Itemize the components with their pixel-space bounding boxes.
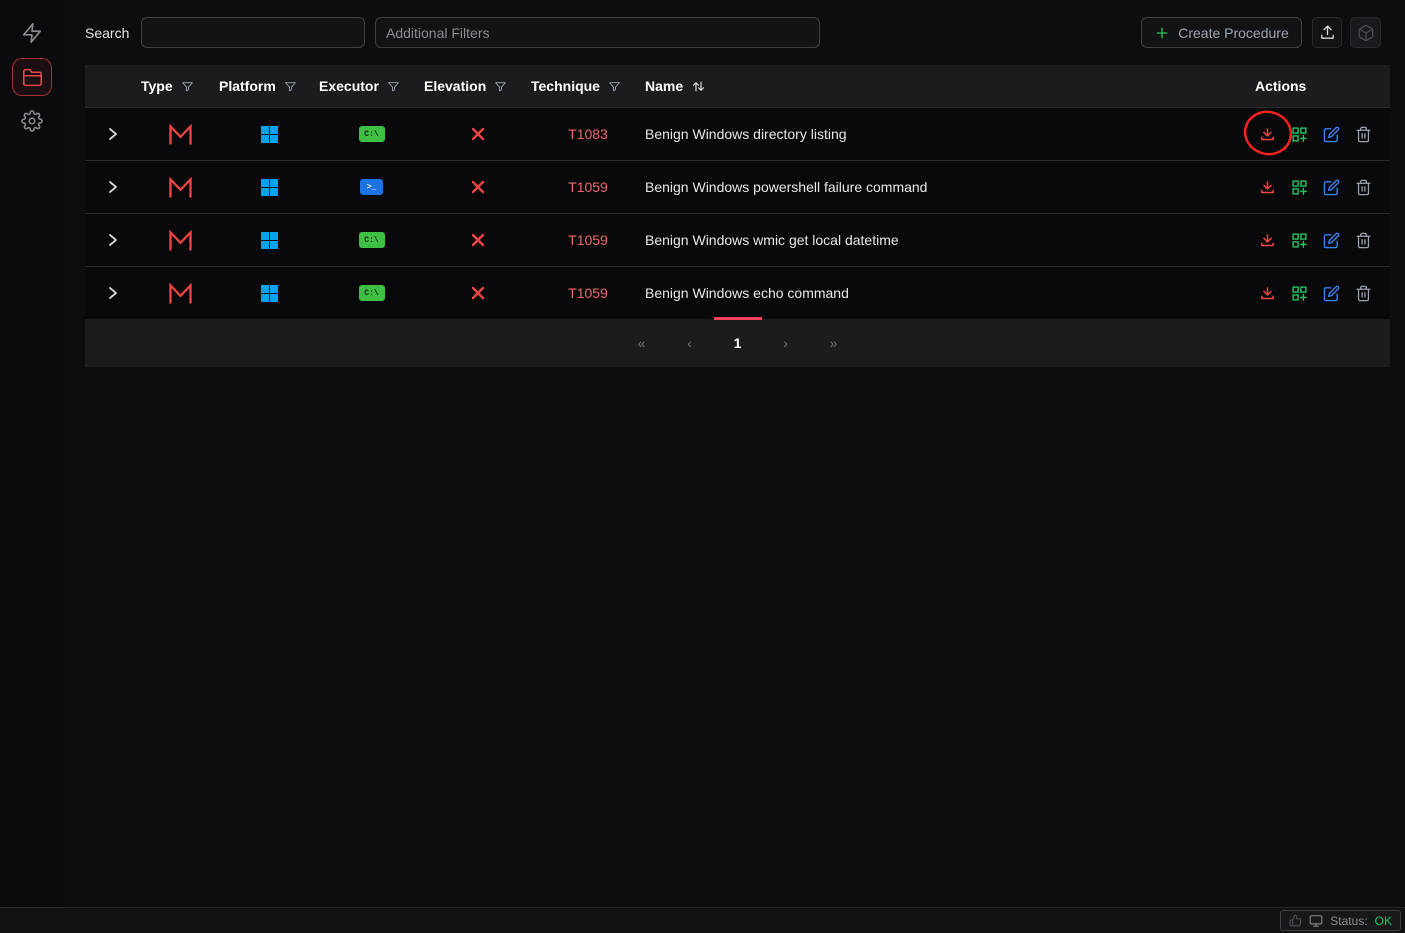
column-header-technique: Technique (531, 78, 645, 94)
monitor-icon (1309, 914, 1323, 928)
table-header-row: Type Platform Executor Elevation Techniq… (85, 65, 1390, 107)
procedure-name: Benign Windows echo command (645, 285, 1240, 301)
procedure-name: Benign Windows directory listing (645, 126, 1240, 142)
column-header-platform: Platform (219, 78, 319, 94)
sort-icon[interactable] (691, 79, 706, 94)
table-row: >_ T1059 Benign Windows powershell failu… (85, 160, 1390, 213)
mitre-type-icon (141, 230, 219, 251)
next-page-button[interactable]: › (776, 335, 796, 351)
status-box: Status: OK (1280, 910, 1401, 931)
elevation-not-required-icon (424, 233, 531, 247)
edit-button[interactable] (1322, 284, 1340, 302)
windows-platform-icon (219, 179, 319, 196)
filter-icon[interactable] (181, 80, 194, 93)
last-page-button[interactable]: » (824, 335, 844, 351)
platform-header-label: Platform (219, 78, 276, 94)
windows-platform-icon (219, 232, 319, 249)
column-header-actions: Actions (1240, 78, 1390, 94)
mitre-type-icon (141, 124, 219, 145)
technique-id: T1059 (531, 179, 645, 195)
previous-page-button[interactable]: ‹ (680, 335, 700, 351)
expand-row-button[interactable] (85, 126, 141, 142)
create-procedure-button[interactable]: Create Procedure (1141, 17, 1302, 48)
name-header-label: Name (645, 78, 683, 94)
download-button[interactable] (1258, 125, 1276, 143)
column-header-name: Name (645, 78, 1240, 94)
add-to-chain-button[interactable] (1290, 178, 1308, 196)
technique-id: T1083 (531, 126, 645, 142)
expand-row-button[interactable] (85, 232, 141, 248)
download-button[interactable] (1258, 284, 1276, 302)
delete-button[interactable] (1354, 284, 1372, 302)
folder-icon (22, 67, 43, 88)
upload-button[interactable] (1312, 17, 1342, 48)
search-label: Search (85, 25, 129, 41)
delete-button[interactable] (1354, 125, 1372, 143)
procedure-name: Benign Windows powershell failure comman… (645, 179, 1240, 195)
sidebar-item-operations[interactable] (12, 14, 52, 52)
active-page-indicator (714, 317, 762, 320)
package-button[interactable] (1350, 17, 1381, 48)
add-to-chain-button[interactable] (1290, 125, 1308, 143)
procedure-name: Benign Windows wmic get local datetime (645, 232, 1240, 248)
upload-icon (1319, 24, 1336, 41)
download-button[interactable] (1258, 231, 1276, 249)
delete-button[interactable] (1354, 231, 1372, 249)
first-page-button[interactable]: « (632, 335, 652, 351)
sidebar-item-library[interactable] (12, 58, 52, 96)
status-value: OK (1375, 914, 1392, 928)
table-row: C:\ T1083 Benign Windows directory listi… (85, 107, 1390, 160)
cmd-executor-icon: C:\ (359, 285, 385, 301)
add-to-chain-button[interactable] (1290, 284, 1308, 302)
mitre-type-icon (141, 177, 219, 198)
filter-icon[interactable] (494, 80, 507, 93)
add-to-chain-button[interactable] (1290, 231, 1308, 249)
filter-icon[interactable] (608, 80, 621, 93)
powershell-executor-icon: >_ (360, 179, 383, 195)
sidebar-item-settings[interactable] (12, 102, 52, 140)
elevation-not-required-icon (424, 127, 531, 141)
cmd-executor-icon: C:\ (359, 232, 385, 248)
create-procedure-label: Create Procedure (1178, 25, 1289, 41)
table-row: C:\ T1059 Benign Windows wmic get local … (85, 213, 1390, 266)
download-button[interactable] (1258, 178, 1276, 196)
executor-header-label: Executor (319, 78, 379, 94)
windows-platform-icon (219, 126, 319, 143)
page-number[interactable]: 1 (728, 335, 748, 351)
elevation-header-label: Elevation (424, 78, 486, 94)
elevation-not-required-icon (424, 286, 531, 300)
technique-id: T1059 (531, 232, 645, 248)
windows-platform-icon (219, 285, 319, 302)
edit-button[interactable] (1322, 125, 1340, 143)
plus-icon (1154, 25, 1170, 41)
elevation-not-required-icon (424, 180, 531, 194)
procedures-table: Type Platform Executor Elevation Techniq… (85, 65, 1390, 367)
column-header-executor: Executor (319, 78, 424, 94)
column-header-elevation: Elevation (424, 78, 531, 94)
table-row: C:\ T1059 Benign Windows echo command (85, 266, 1390, 319)
technique-id: T1059 (531, 285, 645, 301)
additional-filters-input[interactable] (375, 17, 820, 48)
thumbs-up-icon (1289, 914, 1302, 927)
expand-row-button[interactable] (85, 179, 141, 195)
cmd-executor-icon: C:\ (359, 126, 385, 142)
filter-icon[interactable] (387, 80, 400, 93)
technique-header-label: Technique (531, 78, 600, 94)
column-header-type: Type (141, 78, 219, 94)
search-input[interactable] (141, 17, 365, 48)
edit-button[interactable] (1322, 231, 1340, 249)
gear-icon (21, 110, 43, 132)
status-label: Status: (1330, 914, 1367, 928)
mitre-type-icon (141, 283, 219, 304)
sidebar (0, 0, 64, 933)
type-header-label: Type (141, 78, 173, 94)
filter-icon[interactable] (284, 80, 297, 93)
pagination: « ‹ 1 › » (85, 319, 1390, 367)
status-bar: Status: OK (0, 907, 1405, 933)
delete-button[interactable] (1354, 178, 1372, 196)
expand-row-button[interactable] (85, 285, 141, 301)
lightning-icon (21, 22, 43, 44)
edit-button[interactable] (1322, 178, 1340, 196)
cube-icon (1357, 24, 1375, 42)
